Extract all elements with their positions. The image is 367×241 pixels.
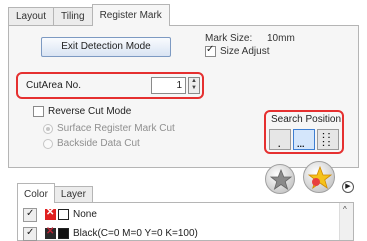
list-item[interactable]: None [18,206,340,223]
lower-tab-bar: Color Layer [17,183,93,203]
color-list: None Black(C=0 M=0 Y=0 K=100) ^ [17,202,354,241]
visibility-check-icon[interactable] [23,207,37,222]
size-adjust-label: Size Adjust [220,46,270,57]
panel-options-icon[interactable]: ▶ [342,181,354,193]
size-adjust-check-icon[interactable] [205,44,216,57]
backside-data-cut-radio[interactable]: Backside Data Cut [43,138,140,149]
stepper-up-icon[interactable]: ▲ [189,78,199,85]
list-scrollbar[interactable]: ^ [339,203,353,240]
radio-selected-icon[interactable] [43,123,53,134]
three-dots-icon: ... [297,139,305,149]
reverse-cut-mode-checkbox[interactable]: Reverse Cut Mode [33,106,131,117]
radio-unselected-icon[interactable] [43,138,53,149]
color-label: Black(C=0 M=0 Y=0 K=100) [73,228,198,239]
tab-layout[interactable]: Layout [8,7,55,26]
reverse-cut-label: Reverse Cut Mode [48,106,132,117]
star-color-icon [307,165,333,189]
search-position-four-corners-button[interactable]: : :: : [317,129,339,150]
star-button-color[interactable] [303,161,335,193]
cut-area-input[interactable]: 1 [151,77,186,94]
star-button-gray[interactable] [265,164,295,194]
tab-tiling[interactable]: Tiling [53,7,93,26]
cut-area-highlight: CutArea No. 1 ▲ ▼ [16,72,204,99]
reverse-cut-check-icon[interactable] [33,106,44,117]
four-dots-icon: : :: : [322,130,331,148]
search-position-label: Search Position [271,114,342,125]
tab-layer[interactable]: Layer [53,186,93,203]
search-position-highlight: Search Position . ... : :: : [264,110,344,154]
mark-size-value: 10mm [267,33,295,44]
mark-size-label: Mark Size: [205,33,253,44]
top-tab-bar: Layout Tiling Register Mark [8,4,170,26]
surface-register-mark-radio[interactable]: Surface Register Mark Cut [43,123,175,134]
tab-color[interactable]: Color [17,183,55,203]
visibility-check-icon[interactable] [23,226,37,241]
star-gray-icon [269,168,293,190]
backside-data-cut-label: Backside Data Cut [57,138,140,149]
tab-register-mark[interactable]: Register Mark [91,4,170,26]
surface-register-mark-label: Surface Register Mark Cut [57,123,175,134]
color-label: None [73,209,97,220]
scroll-up-icon[interactable]: ^ [343,205,347,214]
search-position-bottom-center-button[interactable]: . [269,129,291,150]
no-color-icon [45,207,56,220]
list-item[interactable]: Black(C=0 M=0 Y=0 K=100) [18,225,340,241]
exit-detection-mode-button[interactable]: Exit Detection Mode [41,37,171,57]
size-adjust-checkbox[interactable]: Size Adjust [205,44,270,57]
color-swatch [58,209,69,220]
color-swatch [58,228,69,239]
search-position-buttons: . ... : :: : [269,129,341,150]
single-dot-icon: . [278,139,281,149]
search-position-bottom-two-button[interactable]: ... [293,129,315,150]
black-stroke-icon [45,226,56,239]
cut-area-stepper[interactable]: ▲ ▼ [188,77,200,94]
cut-area-label: CutArea No. [26,80,82,91]
stepper-down-icon[interactable]: ▼ [189,85,199,92]
